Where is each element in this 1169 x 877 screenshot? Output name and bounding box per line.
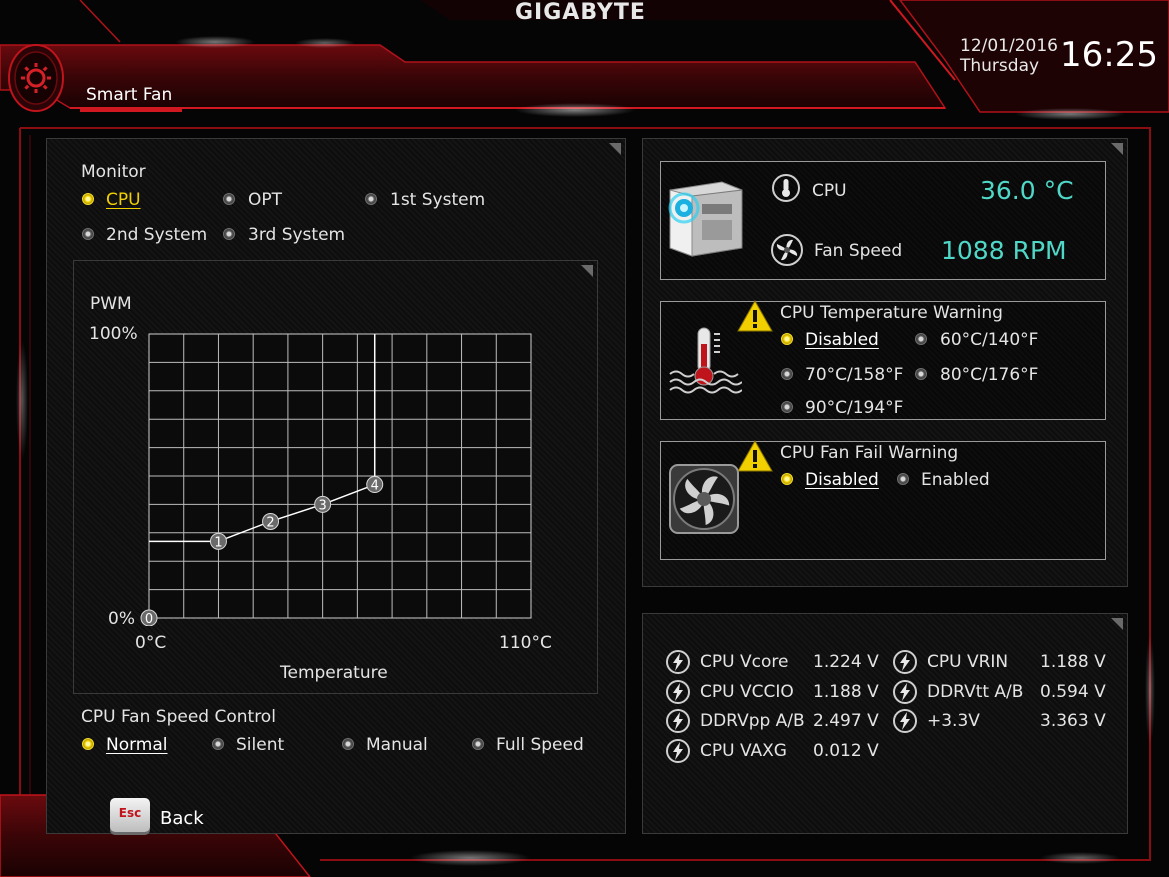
voltage-bolt-icon <box>666 709 690 733</box>
curve-point-label: 3 <box>318 498 326 513</box>
fan-control-radio-manual[interactable] <box>342 738 354 750</box>
page-title-underline <box>80 109 182 112</box>
voltage-value: 1.188 V <box>1040 652 1106 672</box>
curve-point-label: 2 <box>266 515 274 530</box>
fan-fail-radio-enabled[interactable] <box>897 473 909 485</box>
voltage-bolt-icon <box>666 650 690 674</box>
y-tick-min: 0% <box>108 609 135 629</box>
fan-control-option-full-speed[interactable]: Full Speed <box>496 735 584 755</box>
fan-fail-option-disabled[interactable]: Disabled <box>805 470 879 490</box>
fan-icon <box>771 234 803 266</box>
warning-icon <box>737 299 773 332</box>
monitor-option-cpu[interactable]: CPU <box>106 190 141 210</box>
temp-warning-option-70[interactable]: 70°C/158°F <box>805 365 903 385</box>
voltage-value: 1.224 V <box>813 652 879 672</box>
voltage-label: +3.3V <box>927 711 980 731</box>
temp-warning-option-90[interactable]: 90°C/194°F <box>805 398 903 418</box>
y-tick-max: 100% <box>89 324 138 344</box>
cpu-temp-value: 36.0 °C <box>980 176 1074 205</box>
esc-key-label: Esc <box>118 806 142 820</box>
monitor-radio-1st-system[interactable] <box>365 193 377 205</box>
fan-speed-label: Fan Speed <box>814 241 903 261</box>
thermometer-heat-icon <box>666 324 743 398</box>
voltage-bolt-icon <box>666 738 690 763</box>
x-tick-min: 0°C <box>135 633 167 653</box>
monitor-option-3rd-system[interactable]: 3rd System <box>248 225 345 245</box>
monitor-option-opt[interactable]: OPT <box>248 190 282 210</box>
fan-control-option-manual[interactable]: Manual <box>366 735 428 755</box>
curve-point-label: 1 <box>214 535 222 550</box>
back-label: Back <box>160 808 204 829</box>
case-fan-icon <box>668 463 740 535</box>
voltage-label: CPU VAXG <box>700 740 787 761</box>
pc-case-icon <box>662 176 748 258</box>
y-axis-label: PWM <box>90 294 132 314</box>
fan-control-radio-normal[interactable] <box>82 738 94 750</box>
voltage-value: 2.497 V <box>813 711 879 731</box>
warning-icon <box>737 439 773 472</box>
voltage-bolt-icon <box>893 650 917 674</box>
voltage-label: CPU VCCIO <box>700 681 794 702</box>
thermometer-icon <box>771 173 801 203</box>
voltage-bolt-icon <box>893 709 917 733</box>
page-title[interactable]: Smart Fan <box>86 85 172 105</box>
fan-fail-option-enabled[interactable]: Enabled <box>921 470 990 490</box>
temp-warning-radio-90[interactable] <box>781 401 793 413</box>
gear-icon <box>6 42 66 114</box>
fan-speed-value: 1088 RPM <box>941 236 1067 265</box>
voltage-bolt-icon <box>666 679 690 704</box>
fan-fail-radio-disabled[interactable] <box>781 473 793 485</box>
voltage-value: 1.188 V <box>813 681 879 702</box>
temp-warning-option-60[interactable]: 60°C/140°F <box>940 330 1038 350</box>
back-button[interactable]: Esc Back <box>108 798 218 840</box>
x-tick-max: 110°C <box>499 633 552 653</box>
clock: 16:25 <box>1060 35 1158 75</box>
temp-warning-radio-60[interactable] <box>915 333 927 345</box>
temp-warning-radio-70[interactable] <box>781 368 793 380</box>
temp-warning-heading: CPU Temperature Warning <box>780 303 1003 323</box>
curve-point-label: 0 <box>145 612 153 626</box>
monitor-heading: Monitor <box>81 162 146 182</box>
fan-control-radio-silent[interactable] <box>212 738 224 750</box>
voltage-bolt-icon <box>893 679 917 704</box>
fan-control-option-normal[interactable]: Normal <box>106 735 168 755</box>
fan-control-option-silent[interactable]: Silent <box>236 735 284 755</box>
curve-point-label: 4 <box>371 479 379 494</box>
voltage-label: DDRVpp A/B <box>700 711 805 731</box>
monitor-radio-cpu[interactable] <box>82 193 94 205</box>
voltage-label: CPU Vcore <box>700 652 789 672</box>
voltage-label: DDRVtt A/B <box>927 681 1024 702</box>
temp-warning-radio-80[interactable] <box>915 368 927 380</box>
fan-fail-warning-heading: CPU Fan Fail Warning <box>780 443 959 463</box>
temp-warning-option-80[interactable]: 80°C/176°F <box>940 365 1038 385</box>
voltage-value: 3.363 V <box>1040 711 1106 731</box>
temp-warning-option-disabled[interactable]: Disabled <box>805 330 879 350</box>
monitor-radio-3rd-system[interactable] <box>223 228 235 240</box>
temp-warning-radio-disabled[interactable] <box>781 333 793 345</box>
cpu-temp-label: CPU <box>812 181 847 201</box>
fan-control-heading: CPU Fan Speed Control <box>81 707 276 727</box>
fan-curve-chart[interactable]: 0 1 2 3 4 <box>140 326 532 626</box>
voltage-label: CPU VRIN <box>927 652 1009 672</box>
voltage-value: 0.012 V <box>813 740 879 761</box>
voltage-value: 0.594 V <box>1040 681 1106 702</box>
monitor-option-2nd-system[interactable]: 2nd System <box>106 225 207 245</box>
esc-key-icon: Esc <box>110 798 150 832</box>
monitor-radio-opt[interactable] <box>223 193 235 205</box>
brand-logo: GIGABYTE <box>515 0 646 25</box>
monitor-option-1st-system[interactable]: 1st System <box>390 190 485 210</box>
day: Thursday <box>960 56 1040 76</box>
fan-control-radio-full-speed[interactable] <box>472 738 484 750</box>
x-axis-label: Temperature <box>280 663 388 683</box>
date: 12/01/2016 <box>960 36 1058 56</box>
monitor-radio-2nd-system[interactable] <box>82 228 94 240</box>
